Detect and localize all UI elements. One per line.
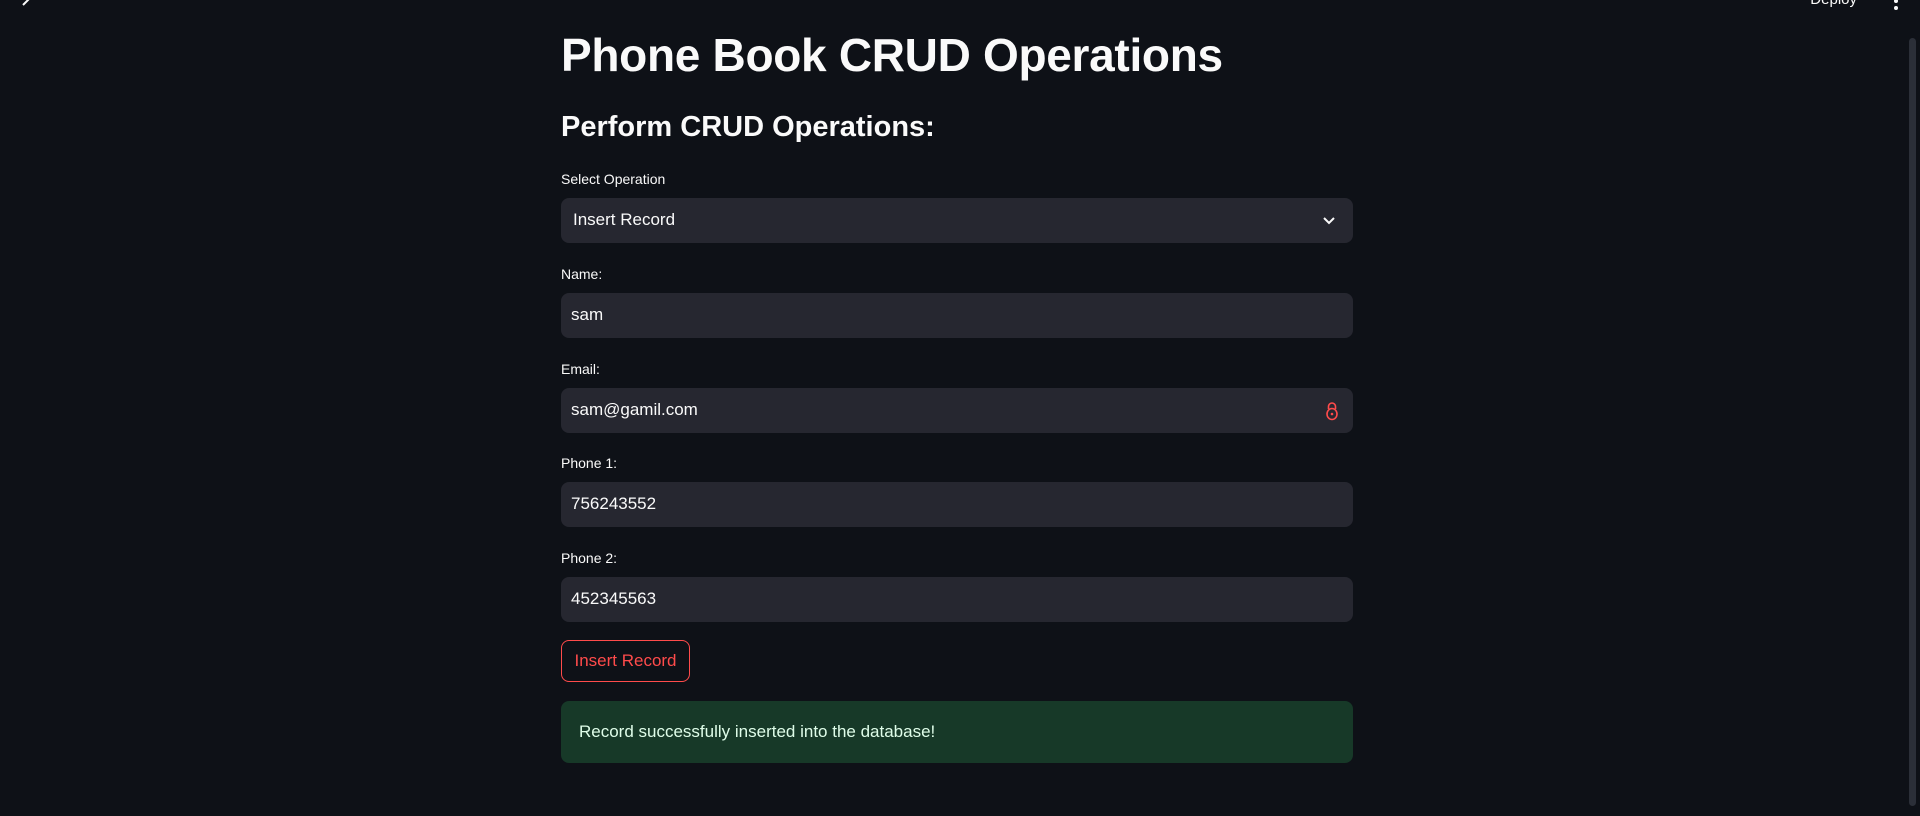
- name-input[interactable]: sam: [561, 293, 1353, 338]
- email-input[interactable]: sam@gamil.com: [561, 388, 1353, 433]
- vertical-dots-icon[interactable]: [1894, 0, 1900, 10]
- operation-select-value: Insert Record: [573, 210, 676, 229]
- operation-select[interactable]: Insert Record: [561, 198, 1353, 243]
- phone2-input-value: 452345563: [571, 589, 657, 608]
- phone2-input[interactable]: 452345563: [561, 577, 1353, 622]
- operation-label: Select Operation: [561, 171, 666, 187]
- scrollbar[interactable]: [1909, 38, 1916, 806]
- insert-record-button[interactable]: Insert Record: [561, 640, 690, 682]
- name-input-value: sam: [571, 305, 604, 324]
- email-input-value: sam@gamil.com: [571, 400, 698, 419]
- success-alert-message: Record successfully inserted into the da…: [579, 722, 936, 741]
- section-heading: Perform CRUD Operations:: [561, 111, 935, 143]
- deploy-button[interactable]: Deploy: [1810, 0, 1857, 8]
- email-label: Email:: [561, 361, 600, 377]
- phone1-label: Phone 1:: [561, 455, 618, 471]
- phone1-input-value: 756243552: [571, 494, 657, 513]
- chevron-down-icon: [1321, 212, 1337, 228]
- page-title: Phone Book CRUD Operations: [561, 29, 1223, 81]
- phone1-input[interactable]: 756243552: [561, 482, 1353, 527]
- top-bar: Deploy: [0, 0, 1920, 12]
- chevron-right-icon[interactable]: [18, 0, 34, 7]
- phone2-label: Phone 2:: [561, 550, 618, 566]
- password-manager-icon[interactable]: [1325, 401, 1339, 421]
- name-label: Name:: [561, 266, 603, 282]
- success-alert: Record successfully inserted into the da…: [561, 701, 1353, 763]
